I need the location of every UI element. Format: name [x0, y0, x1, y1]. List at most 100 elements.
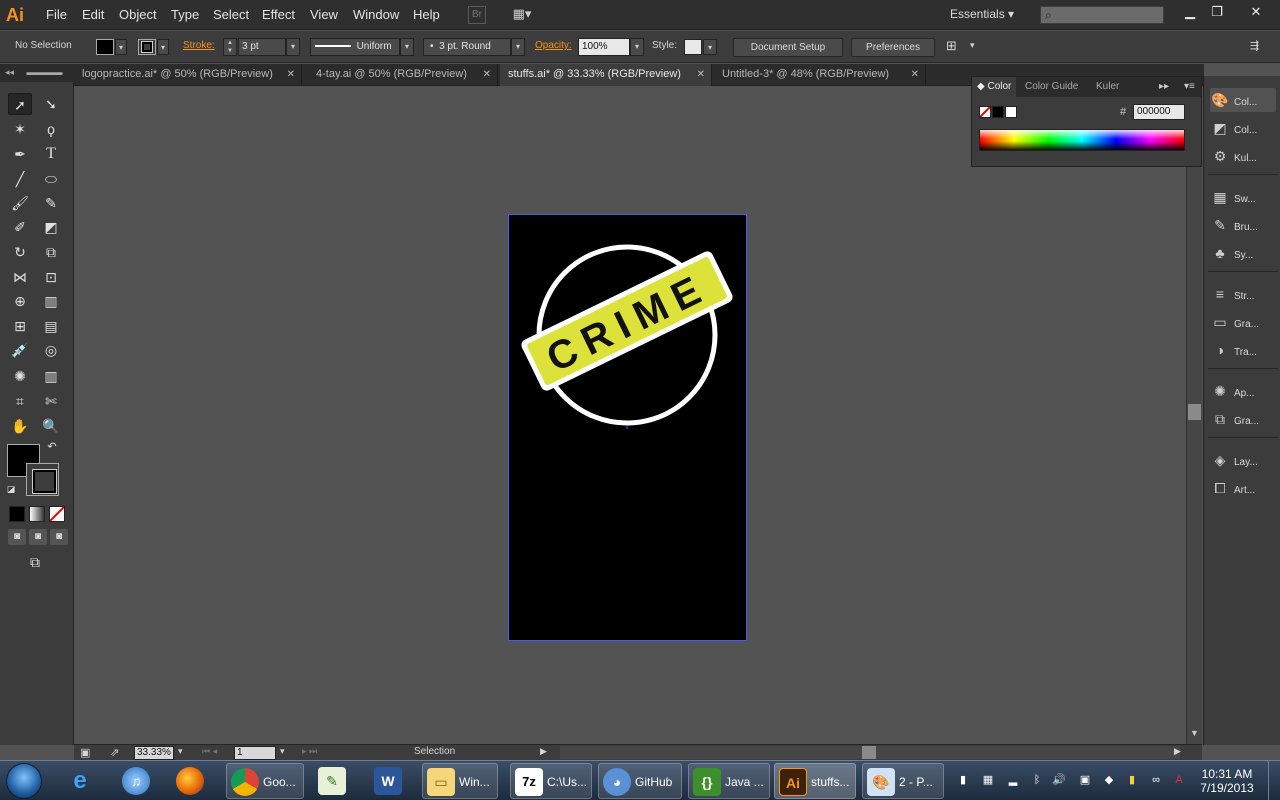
taskbar-firefox[interactable] — [172, 763, 216, 799]
proof-icon[interactable]: ▣ — [80, 746, 90, 759]
gradient-mode-icon[interactable] — [29, 506, 45, 522]
none-mode-icon[interactable] — [49, 506, 65, 522]
arrange-dropdown[interactable]: ▾ — [970, 40, 975, 51]
draw-behind-icon[interactable]: ◙ — [29, 529, 47, 545]
free-transform-tool-icon[interactable]: ⊡ — [39, 266, 63, 288]
default-fill-stroke-icon[interactable]: ◪ — [4, 482, 18, 496]
menu-type[interactable]: Type — [171, 7, 199, 22]
stroke-weight-stepper[interactable]: ▲ ▼ — [223, 38, 237, 56]
search-input[interactable]: ⌕ — [1040, 6, 1164, 24]
taskbar-ie[interactable]: e — [62, 763, 106, 799]
scroll-thumb[interactable] — [862, 746, 876, 759]
gradient-tool-icon[interactable]: ▤ — [39, 315, 63, 337]
workspace-switcher[interactable]: Essentials ▾ — [950, 7, 1014, 21]
none-color-swatch[interactable] — [979, 106, 991, 118]
tools-panel-header[interactable]: ◂◂ ▬▬▬▬ — [0, 64, 74, 82]
taskbar-notepad[interactable]: ✎ — [314, 763, 358, 799]
signal-icon[interactable]: ▂ — [1006, 773, 1020, 787]
tray-icon[interactable]: ▦ — [981, 773, 995, 787]
rotate-tool-icon[interactable]: ↻ — [8, 241, 32, 263]
canvas-area[interactable]: CRIME × — [74, 86, 1186, 744]
draw-inside-icon[interactable]: ◙ — [50, 529, 68, 545]
blob-brush-tool-icon[interactable]: ✐ — [8, 216, 32, 238]
taskbar-java[interactable]: {} Java ... — [688, 763, 770, 799]
swap-fill-stroke-icon[interactable]: ↶ — [44, 440, 60, 454]
dock-kuler[interactable]: ⚙ Kul... — [1210, 144, 1276, 168]
ellipse-tool-icon[interactable]: ⬭ — [39, 168, 63, 190]
menu-file[interactable]: File — [46, 7, 67, 22]
style-dropdown[interactable]: ▾ — [703, 39, 717, 55]
stroke-dropdown[interactable]: ▾ — [157, 39, 169, 55]
type-tool-icon[interactable]: T — [39, 143, 63, 165]
column-graph-tool-icon[interactable]: ▥ — [39, 365, 63, 387]
dock-transparency[interactable]: ◑ Tra... — [1210, 338, 1276, 362]
stroke-label[interactable]: Stroke: — [183, 40, 215, 51]
brush-dropdown[interactable]: ▾ — [511, 38, 525, 56]
preferences-button[interactable]: Preferences — [851, 38, 935, 57]
perspective-grid-tool-icon[interactable]: ▥ — [39, 290, 63, 312]
dock-gradient[interactable]: ▭ Gra... — [1210, 310, 1276, 334]
stroke-color-swatch[interactable] — [138, 39, 156, 55]
first-artboard-icon[interactable]: ⏮ ◂ — [202, 746, 217, 757]
direct-selection-tool-icon[interactable]: ➘ — [39, 93, 63, 115]
hand-tool-icon[interactable]: ✋ — [8, 415, 32, 437]
bluetooth-icon[interactable]: ᛒ — [1030, 773, 1044, 787]
zoom-field[interactable]: 33.33% — [134, 746, 174, 760]
status-menu-arrow[interactable]: ▶ — [540, 746, 547, 757]
taskbar-paint[interactable]: 🎨 2 - P... — [862, 763, 944, 799]
stroke-weight-field[interactable]: 3 pt — [238, 38, 286, 56]
scroll-down-icon[interactable]: ▼ — [1190, 728, 1199, 738]
dock-color[interactable]: 🎨 Col... — [1210, 88, 1276, 112]
taskbar-explorer[interactable]: ▭ Win... — [422, 763, 498, 799]
dock-color-guide[interactable]: ◩ Col... — [1210, 116, 1276, 140]
taskbar-github[interactable]: ◕ GitHub — [598, 763, 682, 799]
screen-mode-icon[interactable]: ⧉ — [22, 552, 48, 572]
close-button[interactable]: ✕ — [1238, 2, 1274, 22]
symbol-sprayer-tool-icon[interactable]: ✺ — [8, 365, 32, 387]
horizontal-scrollbar[interactable] — [560, 746, 1180, 759]
arrange-icon[interactable]: ⊞ — [946, 38, 957, 54]
hex-input[interactable]: 000000 — [1133, 104, 1185, 120]
menu-select[interactable]: Select — [213, 7, 249, 22]
dock-graphic-styles[interactable]: ⧉ Gra... — [1210, 407, 1276, 431]
blend-tool-icon[interactable]: ◎ — [39, 339, 63, 361]
artboard-field[interactable]: 1 — [234, 746, 276, 760]
tab-kuler[interactable]: Kuler — [1091, 77, 1124, 97]
bridge-button[interactable]: Br — [468, 6, 486, 24]
panel-menu-icon[interactable]: ▾≡ — [1179, 77, 1200, 97]
tab-color-guide[interactable]: Color Guide — [1020, 77, 1083, 97]
taskbar-itunes[interactable]: ♫ — [118, 763, 162, 799]
collapse-icon[interactable]: ▸▸ — [1154, 77, 1174, 97]
restore-button[interactable]: ❐ — [1203, 2, 1231, 22]
close-icon[interactable]: ✕ — [483, 64, 491, 85]
slice-tool-icon[interactable]: ✄ — [39, 390, 63, 412]
color-spectrum[interactable] — [979, 129, 1185, 151]
menu-help[interactable]: Help — [413, 7, 440, 22]
lasso-tool-icon[interactable]: ϙ — [39, 118, 63, 140]
profile-dropdown[interactable]: ▾ — [400, 38, 414, 56]
magic-wand-tool-icon[interactable]: ✶ — [8, 118, 32, 140]
menu-view[interactable]: View — [310, 7, 338, 22]
fill-dropdown[interactable]: ▾ — [115, 39, 127, 55]
tab-4-tay[interactable]: 4-tay.ai @ 50% (RGB/Preview) ✕ — [308, 64, 498, 86]
dock-swatches[interactable]: ▦ Sw... — [1210, 185, 1276, 209]
shape-builder-tool-icon[interactable]: ⊕ — [8, 290, 32, 312]
white-color-swatch[interactable] — [1005, 106, 1017, 118]
stroke-swatch[interactable] — [26, 463, 59, 496]
artboard-tool-icon[interactable]: ⌗ — [8, 390, 32, 412]
zoom-tool-icon[interactable]: 🔍 — [39, 415, 63, 437]
pen-tool-icon[interactable]: ✒ — [8, 143, 32, 165]
tray-icon[interactable]: ∞ — [1149, 773, 1163, 787]
scroll-thumb[interactable] — [1188, 404, 1201, 420]
opacity-label[interactable]: Opacity: — [535, 40, 572, 51]
draw-normal-icon[interactable]: ◙ — [8, 529, 26, 545]
tray-icon[interactable]: ▮ — [1125, 773, 1139, 787]
next-artboard-icon[interactable]: ▸ ⏭ — [302, 746, 317, 757]
share-icon[interactable]: ⇗ — [110, 746, 119, 759]
panel-menu-icon[interactable]: ⇶ — [1250, 39, 1259, 52]
close-icon[interactable]: ✕ — [697, 64, 705, 85]
show-desktop-button[interactable] — [1268, 761, 1280, 800]
selection-tool-icon[interactable]: ➚ — [8, 93, 32, 115]
dock-symbols[interactable]: ♣ Sy... — [1210, 241, 1276, 265]
system-clock[interactable]: 10:31 AM 7/19/2013 — [1196, 767, 1258, 795]
